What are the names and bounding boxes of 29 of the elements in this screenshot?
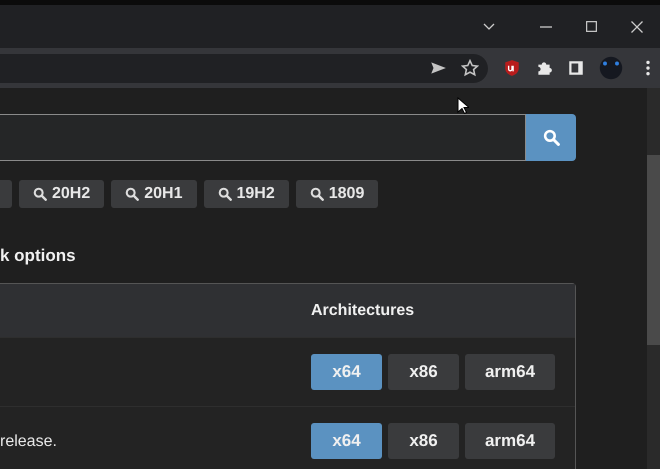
architecture-button[interactable]: x86 [388, 354, 459, 390]
maximize-icon[interactable] [586, 21, 597, 32]
shield-icon[interactable] [503, 59, 521, 77]
search-icon [542, 129, 560, 146]
search-button[interactable] [526, 114, 576, 161]
architecture-button[interactable]: x86 [388, 423, 459, 459]
version-tag-button[interactable]: 19H2 [204, 180, 289, 208]
search-icon [218, 187, 232, 201]
section-heading: k options [0, 246, 77, 266]
mouse-cursor-icon [457, 97, 469, 115]
star-icon[interactable] [461, 59, 479, 77]
scrollbar[interactable] [647, 88, 660, 469]
sidebar-icon[interactable] [567, 59, 585, 77]
avatar-icon[interactable] [599, 56, 623, 80]
column-header: Architectures [311, 302, 416, 320]
search-icon [33, 187, 47, 201]
architecture-button[interactable]: arm64 [465, 354, 555, 390]
version-tag-button[interactable]: 1809 [296, 180, 378, 208]
scrollbar-thumb[interactable] [647, 155, 660, 345]
architecture-button[interactable]: arm64 [465, 423, 555, 459]
search-field[interactable] [0, 114, 526, 161]
minimize-icon[interactable] [540, 26, 552, 28]
row-description: release. [0, 433, 57, 450]
version-tag-button[interactable]: 20H1 [111, 180, 196, 208]
tab-list-icon[interactable] [483, 22, 495, 30]
close-icon[interactable] [631, 20, 643, 32]
search-icon [125, 187, 140, 201]
version-tag-button[interactable]: 20H2 [19, 180, 104, 208]
search-icon [310, 187, 324, 201]
